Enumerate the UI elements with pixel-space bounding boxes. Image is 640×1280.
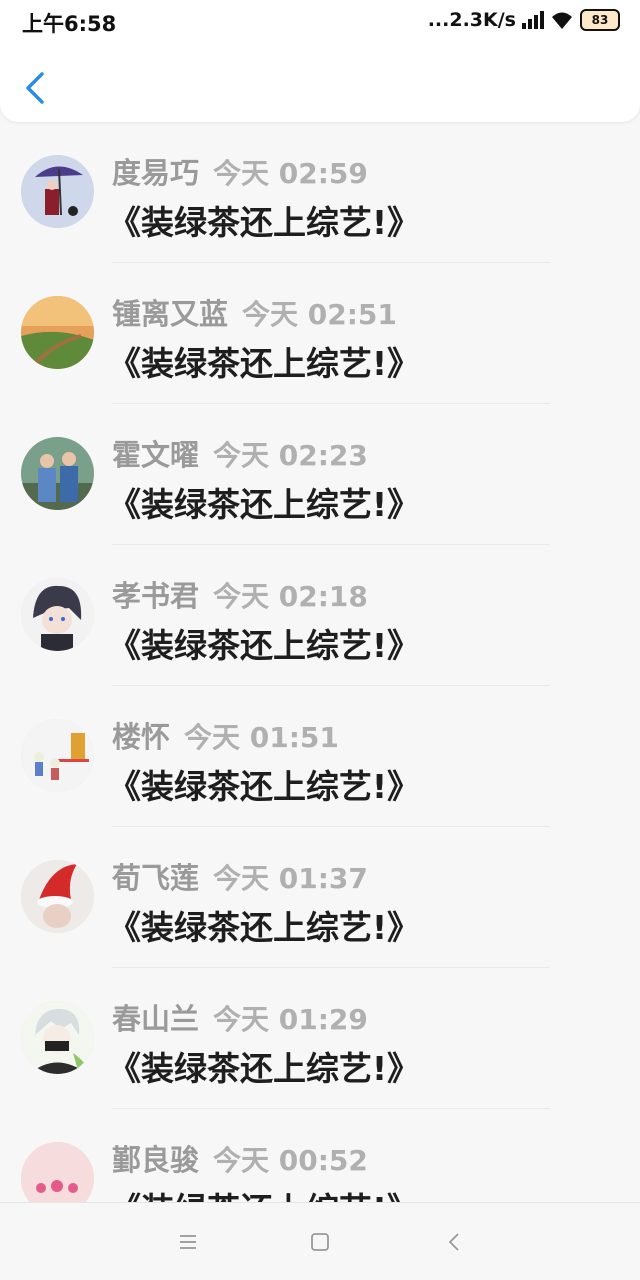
item-meta: 荀飞莲 今天 01:37 xyxy=(112,855,368,897)
avatar[interactable] xyxy=(21,1142,94,1202)
header-card: 上午6:58 ...2.3K/s 83 xyxy=(0,0,640,122)
item-meta: 楼怀 今天 01:51 xyxy=(112,714,339,756)
timestamp: 今天 02:23 xyxy=(213,439,368,472)
sender-name[interactable]: 锺离又蓝 xyxy=(112,297,228,331)
list-item[interactable]: 度易巧 今天 02:59 《装绿茶还上综艺!》 xyxy=(0,122,640,263)
item-title[interactable]: 《装绿茶还上综艺!》 xyxy=(108,619,420,667)
menu-icon[interactable] xyxy=(175,1229,201,1255)
item-title[interactable]: 《装绿茶还上综艺!》 xyxy=(108,760,420,808)
status-time: 上午6:58 xyxy=(22,12,117,36)
avatar[interactable] xyxy=(21,578,94,651)
item-title[interactable]: 《装绿茶还上综艺!》 xyxy=(108,1183,420,1202)
list-item[interactable]: 孝书君 今天 02:18 《装绿茶还上综艺!》 xyxy=(0,545,640,686)
screen: 上午6:58 ...2.3K/s 83 度易巧 今天 02:59 《装绿茶还上综… xyxy=(0,0,640,1280)
list-item[interactable]: 鄞良骏今天 00:52 《装绿茶还上综艺!》 xyxy=(0,1109,640,1202)
timestamp: 今天 00:52 xyxy=(213,1144,368,1177)
timestamp: 今天 02:18 xyxy=(213,580,368,613)
battery-level: 83 xyxy=(591,13,609,27)
sender-name[interactable]: 荀飞莲 xyxy=(112,861,199,895)
item-title[interactable]: 《装绿茶还上综艺!》 xyxy=(108,1042,420,1090)
item-title[interactable]: 《装绿茶还上综艺!》 xyxy=(108,901,420,949)
chevron-left-icon[interactable] xyxy=(18,68,54,108)
list-item[interactable]: 楼怀 今天 01:51 《装绿茶还上综艺!》 xyxy=(0,686,640,827)
item-meta: 锺离又蓝 今天 02:51 xyxy=(112,291,397,333)
avatar[interactable] xyxy=(21,1001,94,1074)
signal-icon xyxy=(522,11,544,29)
timestamp: 今天 02:51 xyxy=(242,298,397,331)
navigation-bar xyxy=(0,1202,640,1280)
item-title[interactable]: 《装绿茶还上综艺!》 xyxy=(108,337,420,385)
item-meta: 鄞良骏 今天 00:52 xyxy=(112,1137,368,1179)
list-item[interactable]: 春山兰 今天 01:29 《装绿茶还上综艺!》 xyxy=(0,968,640,1109)
timestamp: 今天 01:29 xyxy=(213,1003,368,1036)
avatar[interactable] xyxy=(21,719,94,792)
back-icon[interactable] xyxy=(442,1229,468,1255)
list-item[interactable]: 荀飞莲 今天 01:37 《装绿茶还上综艺!》 xyxy=(0,827,640,968)
home-icon[interactable] xyxy=(307,1229,333,1255)
sender-name[interactable]: 孝书君 xyxy=(112,579,199,613)
item-title[interactable]: 《装绿茶还上综艺!》 xyxy=(108,196,420,244)
sender-name[interactable]: 春山兰 xyxy=(112,1002,199,1036)
sender-name[interactable]: 霍文曜 xyxy=(112,438,199,472)
list-item[interactable]: 锺离又蓝 今天 02:51 《装绿茶还上综艺!》 xyxy=(0,263,640,404)
timestamp: 今天 01:51 xyxy=(184,721,339,754)
avatar[interactable] xyxy=(21,437,94,510)
avatar[interactable] xyxy=(21,155,94,228)
avatar[interactable] xyxy=(21,296,94,369)
item-meta: 霍文曜 今天 02:23 xyxy=(112,432,368,474)
status-bar: 上午6:58 ...2.3K/s 83 xyxy=(0,0,640,40)
item-meta: 春山兰 今天 01:29 xyxy=(112,996,368,1038)
wifi-icon xyxy=(552,12,572,29)
sender-name[interactable]: 度易巧 xyxy=(112,156,199,190)
item-meta: 度易巧 今天 02:59 xyxy=(112,150,368,192)
message-list: 度易巧 今天 02:59 《装绿茶还上综艺!》 锺离又蓝 今天 02:51 《装绿茶… xyxy=(0,122,640,1202)
item-meta: 孝书君 今天 02:18 xyxy=(112,573,368,615)
timestamp: 今天 01:37 xyxy=(213,862,368,895)
sender-name[interactable]: 楼怀 xyxy=(112,720,170,754)
list-item[interactable]: 霍文曜 今天 02:23 《装绿茶还上综艺!》 xyxy=(0,404,640,545)
avatar[interactable] xyxy=(21,860,94,933)
battery-icon: 83 xyxy=(580,9,620,31)
status-indicators: ...2.3K/s 83 xyxy=(428,6,620,34)
item-title[interactable]: 《装绿茶还上综艺!》 xyxy=(108,478,420,526)
network-speed: ...2.3K/s xyxy=(427,9,516,31)
timestamp: 今天 02:59 xyxy=(213,157,368,190)
sender-name[interactable]: 鄞良骏 xyxy=(112,1143,199,1177)
